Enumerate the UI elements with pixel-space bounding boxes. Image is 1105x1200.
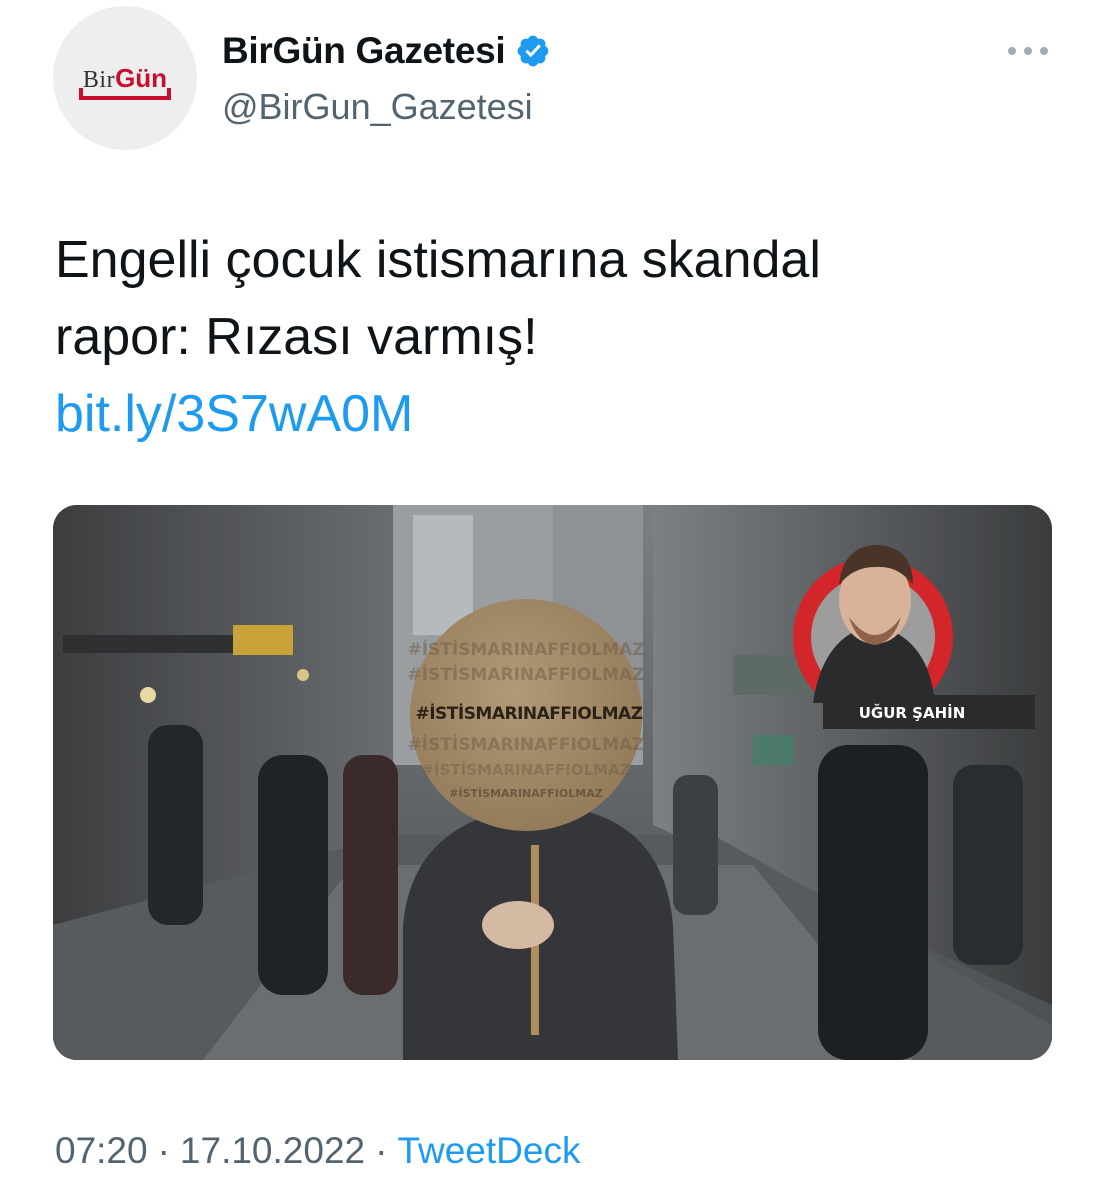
tweet-text-line: rapor: Rızası varmış! — [55, 308, 538, 366]
more-dot — [1008, 47, 1016, 55]
svg-text:#İSTİSMARINAFFIOLMAZ: #İSTİSMARINAFFIOLMAZ — [407, 733, 644, 755]
reporter-name-label: UĞUR ŞAHİN — [858, 704, 966, 722]
tweet-source-link[interactable]: TweetDeck — [397, 1130, 580, 1172]
tweet-date[interactable]: 17.10.2022 — [180, 1130, 365, 1172]
more-dot — [1040, 47, 1048, 55]
svg-text:#İSTİSMARINAFFIOLMAZ: #İSTİSMARINAFFIOLMAZ — [421, 760, 630, 779]
tweet-text: Engelli çocuk istismarına skandal rapor:… — [55, 222, 1055, 453]
more-options-icon[interactable] — [1008, 36, 1048, 66]
author-avatar[interactable]: Bir Gün — [53, 6, 197, 150]
tweet-text-line: Engelli çocuk istismarına skandal — [55, 231, 821, 289]
tweet-media-image[interactable]: #İSTİSMARINAFFIOLMAZ #İSTİSMARINAFFIOLMA… — [53, 505, 1052, 1060]
media-scene: #İSTİSMARINAFFIOLMAZ #İSTİSMARINAFFIOLMA… — [53, 505, 1052, 1060]
verified-badge-icon — [517, 35, 549, 67]
meta-separator: · — [157, 1130, 170, 1171]
logo-underline — [78, 87, 172, 100]
more-dot — [1024, 47, 1032, 55]
svg-text:#İSTİSMARINAFFIOLMAZ: #İSTİSMARINAFFIOLMAZ — [407, 638, 644, 660]
author-handle[interactable]: @BirGun_Gazetesi — [222, 86, 533, 128]
tweet-link[interactable]: bit.ly/3S7wA0M — [55, 376, 1055, 453]
svg-text:#İSTİSMARINAFFIOLMAZ: #İSTİSMARINAFFIOLMAZ — [449, 786, 602, 800]
birgun-logo: Bir Gün — [78, 62, 172, 100]
author-display-name[interactable]: BirGün Gazetesi — [222, 30, 506, 72]
logo-text-bir: Bir — [82, 66, 116, 93]
logo-text-gun: Gün — [115, 62, 168, 93]
meta-separator: · — [375, 1130, 388, 1171]
svg-text:#İSTİSMARINAFFIOLMAZ: #İSTİSMARINAFFIOLMAZ — [407, 663, 644, 685]
tweet-time[interactable]: 07:20 — [55, 1130, 148, 1172]
tweet-card: Bir Gün BirGün Gazetesi @BirGun_Gazetesi … — [0, 0, 1105, 1200]
tweet-metadata: 07:20 · 17.10.2022 · TweetDeck — [55, 1130, 580, 1172]
author-name-row: BirGün Gazetesi — [222, 30, 551, 72]
sign-text: #İSTİSMARINAFFIOLMAZ — [415, 704, 643, 724]
